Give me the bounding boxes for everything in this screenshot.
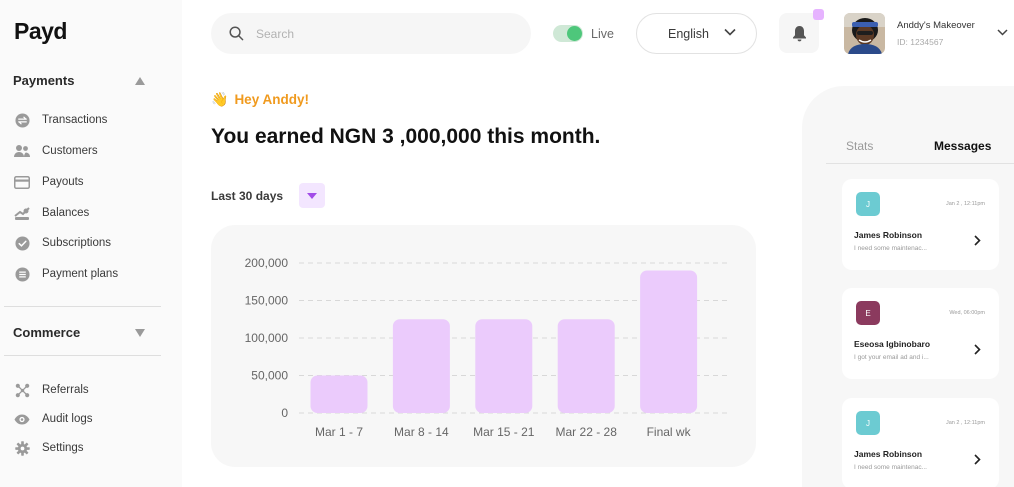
message-avatar: E — [856, 301, 880, 325]
sidebar-item-payouts[interactable]: Payouts — [14, 174, 84, 190]
x-tick-label: Final wk — [647, 425, 692, 439]
chevron-right-icon — [974, 454, 981, 465]
message-sender: James Robinson — [854, 230, 923, 240]
balances-icon — [14, 205, 30, 221]
sidebar: Payd Payments Transactions Customers Pay… — [0, 0, 182, 487]
chart-bar[interactable] — [310, 375, 368, 414]
avatar — [844, 13, 885, 54]
referrals-icon — [14, 382, 30, 398]
eye-icon — [14, 411, 30, 427]
sidebar-item-label: Customers — [42, 145, 98, 157]
chevron-right-icon — [974, 344, 981, 355]
language-select[interactable]: English — [636, 13, 757, 54]
sidebar-item-label: Transactions — [42, 114, 108, 126]
message-time: Jan 2 , 12:11pm — [945, 201, 985, 207]
card-icon — [14, 174, 30, 190]
message-time: Jan 2 , 12:11pm — [945, 420, 985, 426]
sidebar-item-label: Balances — [42, 207, 90, 219]
chart-bar[interactable] — [640, 270, 698, 414]
caret-down-icon — [307, 192, 317, 199]
sidebar-item-balances[interactable]: Balances — [14, 205, 89, 221]
stack-icon — [14, 266, 30, 282]
y-tick-label: 0 — [281, 406, 288, 420]
transactions-icon — [14, 112, 30, 128]
chevron-right-icon — [974, 235, 981, 246]
notification-badge — [813, 9, 824, 20]
user-profile-menu[interactable]: Anddy's Makeover ID: 1234567 — [844, 13, 1014, 54]
sidebar-item-audit-logs[interactable]: Audit logs — [14, 411, 93, 427]
collapse-icon — [135, 76, 145, 85]
sidebar-item-payment-plans[interactable]: Payment plans — [14, 266, 118, 282]
message-avatar: J — [856, 192, 880, 216]
search-icon — [229, 26, 244, 41]
greeting-text: Hey Anddy! — [234, 92, 309, 107]
sidebar-item-label: Settings — [42, 442, 84, 454]
message-card[interactable]: J Jan 2 , 12:11pm James Robinson I need … — [842, 398, 999, 487]
sidebar-item-settings[interactable]: Settings — [14, 440, 84, 456]
x-tick-label: Mar 15 - 21 — [473, 425, 535, 439]
message-preview: I need some maintenac... — [854, 464, 927, 471]
sidebar-divider — [4, 306, 161, 307]
y-tick-label: 200,000 — [245, 256, 289, 270]
user-name: Anddy's Makeover — [897, 20, 975, 31]
x-tick-label: Mar 22 - 28 — [556, 425, 618, 439]
sidebar-item-label: Payment plans — [42, 268, 119, 280]
period-dropdown-button[interactable] — [299, 183, 325, 208]
wave-icon: 👋 — [211, 91, 229, 107]
message-preview: I need some maintenac... — [854, 245, 927, 252]
message-sender: Eseosa Igbinobaro — [854, 339, 931, 349]
message-avatar: J — [856, 411, 880, 435]
chevron-down-icon — [724, 28, 736, 36]
sidebar-item-label: Referrals — [42, 384, 89, 396]
message-sender: James Robinson — [854, 449, 923, 459]
gear-icon — [14, 440, 30, 456]
x-tick-label: Mar 1 - 7 — [315, 425, 363, 439]
y-tick-label: 100,000 — [245, 331, 289, 345]
commerce-section-header[interactable]: Commerce — [13, 325, 145, 340]
brand-logo: Payd — [14, 18, 67, 44]
expand-icon — [135, 328, 145, 337]
x-tick-label: Mar 8 - 14 — [394, 425, 449, 439]
language-value: English — [668, 26, 709, 41]
payments-section-header[interactable]: Payments — [13, 73, 145, 88]
tab-stats[interactable]: Stats — [846, 139, 873, 153]
chart-svg: 0 50,000 100,000 150,000 200,000 Mar 1 - 7 Mar… — [245, 256, 727, 439]
chart-bar[interactable] — [392, 319, 450, 413]
tab-messages[interactable]: Messages — [934, 139, 991, 153]
period-label: Last 30 days — [211, 189, 284, 203]
chevron-down-icon — [997, 29, 1008, 36]
sidebar-item-label: Subscriptions — [42, 237, 112, 249]
sidebar-item-customers[interactable]: Customers — [14, 143, 98, 159]
y-tick-label: 50,000 — [251, 369, 288, 383]
toggle-knob — [567, 26, 582, 41]
user-id: ID: 1234567 — [897, 37, 944, 47]
y-tick-label: 150,000 — [245, 294, 289, 308]
tab-divider — [826, 163, 1014, 164]
chart-bar[interactable] — [475, 319, 533, 413]
sidebar-item-transactions[interactable]: Transactions — [14, 112, 107, 128]
message-preview: I got your email ad and i... — [854, 354, 929, 361]
search-bar[interactable] — [211, 13, 531, 54]
bell-icon — [792, 25, 806, 41]
live-toggle[interactable] — [553, 25, 583, 42]
message-time: Wed, 06:00pm — [949, 310, 985, 316]
live-label: Live — [591, 27, 614, 41]
notifications-button[interactable] — [779, 9, 824, 53]
message-card[interactable]: J Jan 2 , 12:11pm James Robinson I need … — [842, 179, 999, 270]
earnings-chart: 0 50,000 100,000 150,000 200,000 Mar 1 - 7 Mar… — [211, 225, 756, 467]
customers-icon — [14, 143, 30, 159]
page-title: You earned NGN 3 ,000,000 this month. — [211, 125, 601, 148]
search-input[interactable] — [256, 26, 506, 41]
sidebar-item-referrals[interactable]: Referrals — [14, 382, 89, 398]
sidebar-item-subscriptions[interactable]: Subscriptions — [14, 235, 111, 251]
message-card[interactable]: E Wed, 06:00pm Eseosa Igbinobaro I got y… — [842, 288, 999, 379]
sidebar-divider — [4, 355, 161, 356]
sidebar-item-label: Payouts — [42, 176, 84, 188]
commerce-section-title: Commerce — [13, 325, 81, 340]
payments-section-title: Payments — [13, 73, 75, 88]
check-circle-icon — [14, 235, 30, 251]
chart-bar[interactable] — [557, 319, 615, 413]
greeting: 👋 Hey Anddy! — [211, 91, 309, 108]
sidebar-item-label: Audit logs — [42, 413, 93, 425]
